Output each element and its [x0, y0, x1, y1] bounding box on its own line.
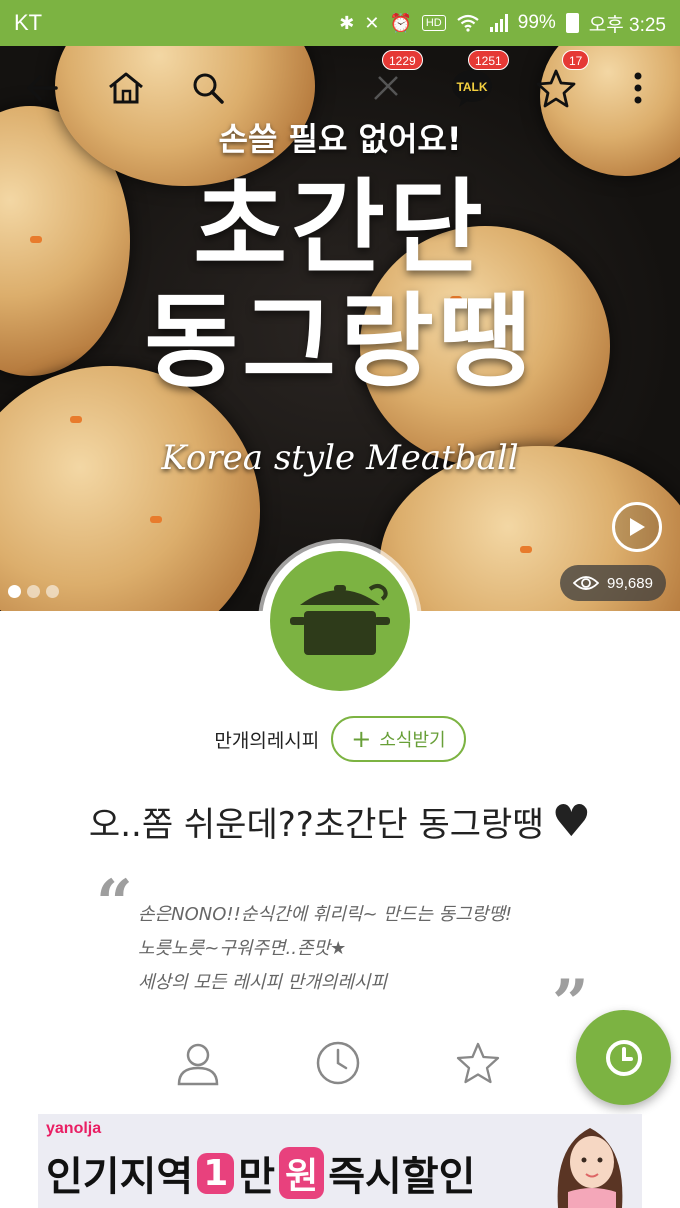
pot-icon	[290, 584, 390, 655]
plus-icon: +	[351, 725, 372, 753]
hero-english-title: Korea style Meatball	[161, 438, 519, 478]
play-video-button[interactable]	[612, 502, 662, 552]
signal-icon	[489, 14, 508, 32]
recipe-title: 오..쫌 쉬운데??초간단 동그랑땡 ♥	[0, 796, 680, 847]
search-button[interactable]	[186, 66, 230, 110]
bluetooth-icon: ✱	[339, 12, 355, 33]
back-button[interactable]	[20, 66, 64, 110]
difficulty-info	[408, 1040, 548, 1118]
wifi-icon	[457, 14, 479, 32]
ad-banner[interactable]: yanolja 인기지역 1 만 원 즉시할인	[38, 1114, 642, 1208]
home-button[interactable]	[104, 66, 148, 110]
talk-button[interactable]: TALK 1251	[450, 50, 509, 110]
author-row: 만개의레시피 + 소식받기	[0, 716, 680, 762]
hero-title-line2: 동그랑땡	[144, 283, 536, 402]
carousel-indicator	[8, 585, 59, 598]
carrot-bit	[150, 516, 162, 523]
search-icon	[193, 73, 224, 104]
clock-time: 오후 3:25	[588, 14, 666, 36]
clock-icon	[605, 1039, 642, 1076]
top-navigation: 1229 TALK 1251 17	[0, 46, 680, 136]
open-quote-icon: “	[96, 866, 133, 941]
ad-headline: 인기지역 1 만 원 즉시할인	[46, 1144, 475, 1202]
ad-brand: yanolja	[46, 1120, 102, 1137]
time-info	[268, 1040, 408, 1118]
ad-pill: 1	[197, 1152, 235, 1194]
hero-title-line1: 초간단	[193, 169, 487, 288]
more-vertical-icon	[634, 72, 642, 104]
status-bar: KT ✱ ✕ ⏰ HD 99% 오후 3:25	[0, 0, 680, 46]
carrot-bit	[70, 416, 82, 423]
talk-badge: 1251	[468, 50, 509, 70]
view-count-badge: 99,689	[560, 565, 666, 601]
description-line: 세상의 모든 레시피 만개의레시피	[138, 972, 388, 993]
battery-icon	[565, 13, 579, 33]
description-line: 손은NONO!!순식간에 휘리릭~ 만드는 동그랑땡!	[138, 904, 513, 925]
carousel-dot[interactable]	[27, 585, 40, 598]
mute-icon: ✕	[364, 12, 380, 33]
back-arrow-icon	[27, 75, 58, 101]
scrap-badge: 1229	[382, 50, 423, 70]
follow-button[interactable]: + 소식받기	[331, 716, 466, 762]
hd-icon: HD	[421, 15, 446, 31]
patty-decoration	[0, 366, 260, 611]
more-menu-button[interactable]	[616, 66, 660, 110]
carousel-dot[interactable]	[8, 585, 21, 598]
view-count: 99,689	[607, 574, 653, 592]
favorite-badge: 17	[562, 50, 590, 70]
kakao-talk-icon: TALK	[452, 70, 492, 107]
play-icon	[630, 518, 645, 536]
clock-icon	[316, 1041, 360, 1085]
home-icon	[109, 72, 143, 104]
eye-icon	[573, 576, 600, 590]
carrier-label: KT	[14, 10, 43, 35]
recent-history-button[interactable]	[576, 1010, 671, 1105]
battery-percent: 99%	[517, 12, 556, 33]
author-avatar[interactable]	[270, 551, 410, 691]
ad-pill: 원	[279, 1147, 325, 1199]
carousel-dot[interactable]	[46, 585, 59, 598]
author-name[interactable]: 만개의레시피	[214, 726, 319, 753]
scrap-button[interactable]: 1229	[364, 50, 423, 110]
recipe-info-row	[128, 1040, 548, 1118]
star-icon	[456, 1042, 500, 1084]
follow-label: 소식받기	[379, 730, 446, 751]
description-line: 노릇노릇~구워주면..존맛★	[138, 938, 347, 959]
close-quote-icon: ”	[552, 966, 589, 1041]
tag-icon	[374, 76, 398, 100]
carrot-bit	[520, 546, 532, 553]
ad-text-mid: 만	[238, 1154, 276, 1200]
ad-text-after: 즉시할인	[328, 1154, 476, 1200]
recipe-title-text: 오..쫌 쉬운데??초간단 동그랑땡	[88, 805, 544, 845]
status-icons: ✱ ✕ ⏰ HD 99% 오후 3:25	[339, 10, 666, 37]
talk-text: TALK	[456, 80, 487, 94]
star-outline-icon	[536, 69, 576, 108]
alarm-icon: ⏰	[389, 12, 412, 33]
ad-text-before: 인기지역	[46, 1154, 194, 1200]
ad-model-image	[557, 1128, 623, 1208]
user-icon	[177, 1043, 219, 1086]
favorite-button[interactable]: 17	[534, 50, 590, 110]
heart-icon: ♥	[551, 796, 592, 847]
servings-info	[128, 1040, 268, 1118]
recipe-description: 손은NONO!!순식간에 휘리릭~ 만드는 동그랑땡! 노릇노릇~구워주면..존…	[138, 898, 578, 1000]
